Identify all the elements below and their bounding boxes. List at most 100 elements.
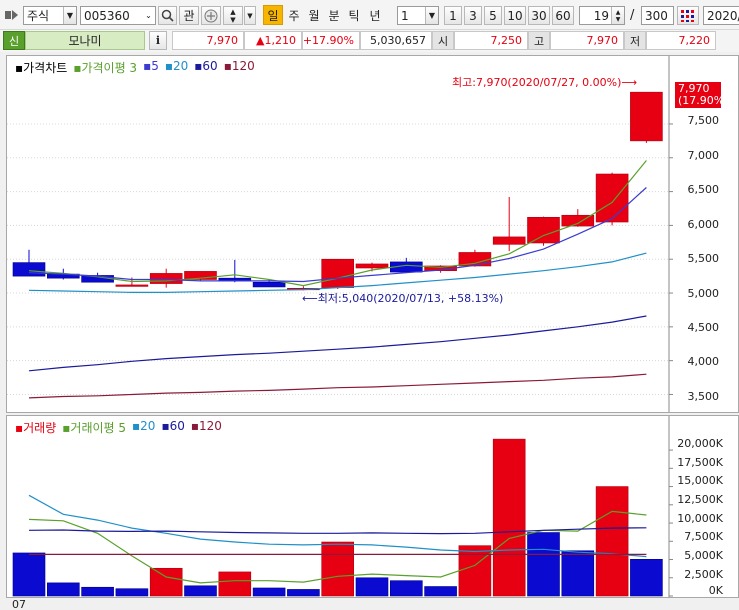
volume-axis-label: 17,500K <box>677 456 723 469</box>
interval-label: 10 <box>507 8 523 23</box>
date-input[interactable]: 2020/0 <box>703 6 739 25</box>
watchlist-label: 관 <box>183 9 195 23</box>
price-axis-label: 6,500 <box>687 183 720 196</box>
volume-bar <box>12 552 46 597</box>
volume-bar <box>46 582 80 597</box>
credit-badge-label: 신 <box>8 34 20 48</box>
price-axis-label: 5,000 <box>687 287 720 300</box>
current-price-tag-pct: (17.90%) <box>678 94 729 107</box>
stock-info-button[interactable] <box>201 6 221 25</box>
volume-bar <box>252 587 286 597</box>
chevron-down-icon[interactable]: ⌄ <box>142 7 155 24</box>
volume-axis-label: 7,500K <box>684 530 723 543</box>
stock-code-input[interactable]: 005360 ⌄ <box>80 6 156 25</box>
volume-bar <box>630 559 663 597</box>
volume-bar <box>81 586 114 597</box>
period-label: 분 <box>328 8 340 23</box>
total-bars-input[interactable]: 300 <box>641 6 674 25</box>
price-change: ▲1,210 <box>244 31 302 50</box>
candle-body <box>355 263 389 269</box>
price-axis-label: 4,000 <box>687 355 720 368</box>
interval-button-1[interactable]: 1 <box>444 6 462 25</box>
x-axis-label: 07 <box>12 598 26 610</box>
prev-next-stepper[interactable]: ▲ ▼ <box>223 6 243 25</box>
period-button-week[interactable]: 주 <box>285 5 303 25</box>
arrow-up-icon[interactable]: ▲ <box>230 8 235 16</box>
period-button-year[interactable]: 년 <box>365 5 385 25</box>
stock-name-label: 모나미 <box>68 34 102 48</box>
date-value: 2020/0 <box>707 8 739 23</box>
price-axis-label: 7,000 <box>687 149 720 162</box>
trade-volume: 5,030,657 <box>360 31 432 50</box>
interval-label: 3 <box>469 8 477 23</box>
search-icon <box>161 9 174 22</box>
total-bars-value: 300 <box>645 8 668 23</box>
high-price: 7,970 <box>550 31 624 50</box>
volume-axis-label: 2,500K <box>684 568 723 581</box>
period-button-month[interactable]: 월 <box>305 5 323 25</box>
high-label: 고 <box>528 31 550 50</box>
open-label: 시 <box>432 31 454 50</box>
candle-body <box>458 252 492 267</box>
info-button[interactable]: i <box>149 31 167 50</box>
trade-volume-value: 5,030,657 <box>370 34 426 47</box>
price-chart-panel[interactable]: ▪가격차트 ▪가격이평 3 ▪5 ▪20 ▪60 ▪120 7,500 7,00… <box>6 55 739 413</box>
current-price-value: 7,970 <box>206 34 239 47</box>
volume-bar <box>492 438 526 597</box>
period-label: 년 <box>369 8 381 23</box>
price-axis-label: 3,500 <box>687 390 720 403</box>
volume-bar <box>321 541 355 597</box>
volume-bar <box>149 567 183 597</box>
market-select[interactable]: 주식 ▼ <box>23 6 77 25</box>
period-button-minute[interactable]: 분 <box>325 5 343 25</box>
chevron-down-icon[interactable]: ▼ <box>63 7 76 24</box>
interval-label: 30 <box>531 8 547 23</box>
period-label: 일 <box>267 8 279 23</box>
volume-bar <box>287 589 320 597</box>
interval-button-30[interactable]: 30 <box>528 6 550 25</box>
bars-count-input[interactable]: 19 ▲ ▼ <box>579 6 625 25</box>
low-label-text: 저 <box>629 34 641 48</box>
bars-count-value: 19 <box>593 8 609 23</box>
volume-axis-label: 0K <box>708 584 723 597</box>
volume-bar <box>424 586 457 597</box>
volume-axis-label: 20,000K <box>677 437 723 450</box>
volume-axis-label: 15,000K <box>677 474 723 487</box>
interval-button-60[interactable]: 60 <box>552 6 574 25</box>
bars-count-stepper[interactable]: ▲ ▼ <box>611 7 624 24</box>
high-label-text: 고 <box>533 34 545 48</box>
watchlist-button[interactable]: 관 <box>179 6 199 25</box>
interval-button-3[interactable]: 3 <box>464 6 482 25</box>
period-button-tick[interactable]: 틱 <box>345 5 363 25</box>
menu-arrow-icon[interactable] <box>4 8 20 22</box>
volume-bar <box>115 588 149 597</box>
candle-body <box>12 262 46 277</box>
interval-select[interactable]: 1 ▼ <box>397 6 439 25</box>
candle-body <box>527 216 560 244</box>
volume-chart-panel[interactable]: ▪거래량 ▪거래이평 5 ▪20 ▪60 ▪120 20,000K 17,500… <box>6 415 739 598</box>
settings-button[interactable] <box>677 6 699 25</box>
period-button-day[interactable]: 일 <box>263 5 283 25</box>
interval-button-10[interactable]: 10 <box>504 6 526 25</box>
chevron-down-icon[interactable]: ▼ <box>425 7 438 24</box>
volume-bar <box>184 585 217 597</box>
interval-button-5[interactable]: 5 <box>484 6 502 25</box>
price-axis-label: 7,500 <box>687 114 720 127</box>
price-chart-svg <box>7 56 673 412</box>
price-change-value: ▲1,210 <box>256 34 296 47</box>
price-axis-label: 6,000 <box>687 218 720 231</box>
open-label-text: 시 <box>437 34 449 48</box>
arrow-down-icon[interactable]: ▼ <box>230 16 235 24</box>
interval-label: 1 <box>449 8 457 23</box>
open-price-value: 7,250 <box>490 34 523 47</box>
search-button[interactable] <box>158 6 177 25</box>
price-axis-label: 4,500 <box>687 321 720 334</box>
price-change-pct: +17.90% <box>302 31 360 50</box>
stock-code-value: 005360 <box>84 8 130 23</box>
stock-name[interactable]: 모나미 <box>25 31 145 50</box>
volume-bar <box>527 532 560 597</box>
market-select-value: 주식 <box>27 9 50 23</box>
dropdown-button[interactable]: ▼ <box>244 6 256 25</box>
price-change-pct-value: +17.90% <box>302 34 354 47</box>
period-label: 틱 <box>348 8 360 23</box>
